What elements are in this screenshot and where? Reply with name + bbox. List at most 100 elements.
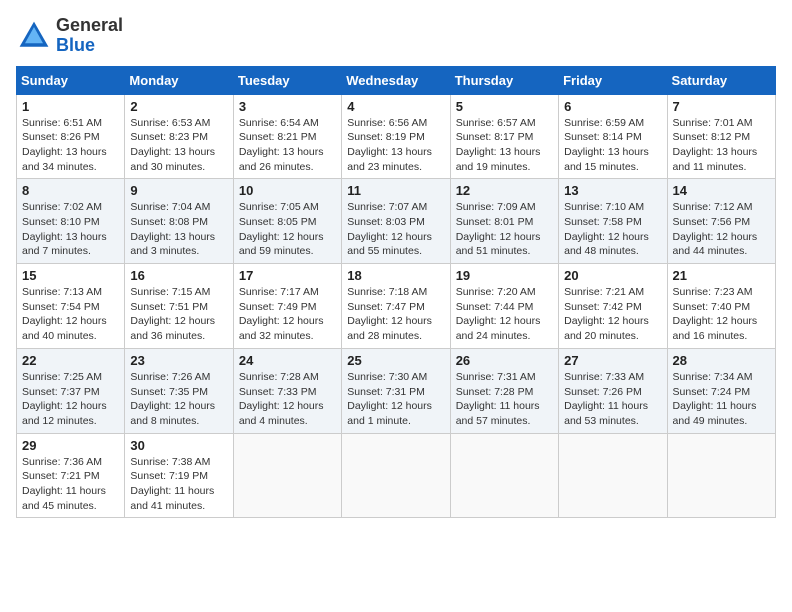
day-info: Sunrise: 7:21 AM Sunset: 7:42 PM Dayligh… <box>564 285 661 344</box>
day-number: 22 <box>22 353 119 368</box>
calendar-day-cell: 4 Sunrise: 6:56 AM Sunset: 8:19 PM Dayli… <box>342 94 450 179</box>
day-number: 21 <box>673 268 770 283</box>
day-info: Sunrise: 7:07 AM Sunset: 8:03 PM Dayligh… <box>347 200 444 259</box>
calendar-week-row: 29 Sunrise: 7:36 AM Sunset: 7:21 PM Dayl… <box>17 433 776 518</box>
day-info: Sunrise: 7:20 AM Sunset: 7:44 PM Dayligh… <box>456 285 553 344</box>
calendar-day-cell: 28 Sunrise: 7:34 AM Sunset: 7:24 PM Dayl… <box>667 348 775 433</box>
calendar-day-cell: 17 Sunrise: 7:17 AM Sunset: 7:49 PM Dayl… <box>233 264 341 349</box>
day-number: 7 <box>673 99 770 114</box>
logo-icon <box>16 18 52 54</box>
calendar-day-cell: 7 Sunrise: 7:01 AM Sunset: 8:12 PM Dayli… <box>667 94 775 179</box>
page-header: General Blue <box>16 16 776 56</box>
day-info: Sunrise: 7:28 AM Sunset: 7:33 PM Dayligh… <box>239 370 336 429</box>
day-number: 19 <box>456 268 553 283</box>
day-info: Sunrise: 7:23 AM Sunset: 7:40 PM Dayligh… <box>673 285 770 344</box>
calendar-day-cell: 3 Sunrise: 6:54 AM Sunset: 8:21 PM Dayli… <box>233 94 341 179</box>
calendar-day-cell: 19 Sunrise: 7:20 AM Sunset: 7:44 PM Dayl… <box>450 264 558 349</box>
day-info: Sunrise: 7:13 AM Sunset: 7:54 PM Dayligh… <box>22 285 119 344</box>
calendar-day-cell: 18 Sunrise: 7:18 AM Sunset: 7:47 PM Dayl… <box>342 264 450 349</box>
day-info: Sunrise: 7:01 AM Sunset: 8:12 PM Dayligh… <box>673 116 770 175</box>
day-number: 24 <box>239 353 336 368</box>
day-number: 29 <box>22 438 119 453</box>
day-number: 1 <box>22 99 119 114</box>
day-number: 17 <box>239 268 336 283</box>
day-number: 13 <box>564 183 661 198</box>
day-number: 28 <box>673 353 770 368</box>
day-info: Sunrise: 7:26 AM Sunset: 7:35 PM Dayligh… <box>130 370 227 429</box>
calendar-day-cell: 11 Sunrise: 7:07 AM Sunset: 8:03 PM Dayl… <box>342 179 450 264</box>
day-info: Sunrise: 7:17 AM Sunset: 7:49 PM Dayligh… <box>239 285 336 344</box>
calendar-day-cell: 22 Sunrise: 7:25 AM Sunset: 7:37 PM Dayl… <box>17 348 125 433</box>
weekday-header: Tuesday <box>233 66 341 94</box>
calendar-table: SundayMondayTuesdayWednesdayThursdayFrid… <box>16 66 776 519</box>
day-number: 8 <box>22 183 119 198</box>
calendar-day-cell: 9 Sunrise: 7:04 AM Sunset: 8:08 PM Dayli… <box>125 179 233 264</box>
calendar-day-cell: 13 Sunrise: 7:10 AM Sunset: 7:58 PM Dayl… <box>559 179 667 264</box>
day-info: Sunrise: 7:30 AM Sunset: 7:31 PM Dayligh… <box>347 370 444 429</box>
calendar-day-cell: 2 Sunrise: 6:53 AM Sunset: 8:23 PM Dayli… <box>125 94 233 179</box>
weekday-header: Thursday <box>450 66 558 94</box>
day-number: 23 <box>130 353 227 368</box>
calendar-day-cell: 8 Sunrise: 7:02 AM Sunset: 8:10 PM Dayli… <box>17 179 125 264</box>
calendar-header-row: SundayMondayTuesdayWednesdayThursdayFrid… <box>17 66 776 94</box>
day-number: 10 <box>239 183 336 198</box>
day-info: Sunrise: 7:34 AM Sunset: 7:24 PM Dayligh… <box>673 370 770 429</box>
day-number: 5 <box>456 99 553 114</box>
day-number: 9 <box>130 183 227 198</box>
day-info: Sunrise: 7:38 AM Sunset: 7:19 PM Dayligh… <box>130 455 227 514</box>
day-number: 26 <box>456 353 553 368</box>
day-number: 12 <box>456 183 553 198</box>
calendar-day-cell: 1 Sunrise: 6:51 AM Sunset: 8:26 PM Dayli… <box>17 94 125 179</box>
calendar-day-cell <box>233 433 341 518</box>
calendar-day-cell: 26 Sunrise: 7:31 AM Sunset: 7:28 PM Dayl… <box>450 348 558 433</box>
calendar-week-row: 15 Sunrise: 7:13 AM Sunset: 7:54 PM Dayl… <box>17 264 776 349</box>
calendar-week-row: 22 Sunrise: 7:25 AM Sunset: 7:37 PM Dayl… <box>17 348 776 433</box>
day-number: 2 <box>130 99 227 114</box>
calendar-day-cell: 23 Sunrise: 7:26 AM Sunset: 7:35 PM Dayl… <box>125 348 233 433</box>
day-number: 11 <box>347 183 444 198</box>
logo-text: General Blue <box>56 16 123 56</box>
calendar-day-cell: 27 Sunrise: 7:33 AM Sunset: 7:26 PM Dayl… <box>559 348 667 433</box>
calendar-day-cell: 10 Sunrise: 7:05 AM Sunset: 8:05 PM Dayl… <box>233 179 341 264</box>
day-info: Sunrise: 7:31 AM Sunset: 7:28 PM Dayligh… <box>456 370 553 429</box>
calendar-day-cell <box>667 433 775 518</box>
calendar-day-cell <box>342 433 450 518</box>
calendar-day-cell: 6 Sunrise: 6:59 AM Sunset: 8:14 PM Dayli… <box>559 94 667 179</box>
day-info: Sunrise: 7:09 AM Sunset: 8:01 PM Dayligh… <box>456 200 553 259</box>
weekday-header: Wednesday <box>342 66 450 94</box>
day-info: Sunrise: 6:53 AM Sunset: 8:23 PM Dayligh… <box>130 116 227 175</box>
day-info: Sunrise: 7:04 AM Sunset: 8:08 PM Dayligh… <box>130 200 227 259</box>
day-info: Sunrise: 6:51 AM Sunset: 8:26 PM Dayligh… <box>22 116 119 175</box>
day-number: 25 <box>347 353 444 368</box>
calendar-day-cell: 12 Sunrise: 7:09 AM Sunset: 8:01 PM Dayl… <box>450 179 558 264</box>
weekday-header: Friday <box>559 66 667 94</box>
day-number: 16 <box>130 268 227 283</box>
day-number: 18 <box>347 268 444 283</box>
day-info: Sunrise: 7:05 AM Sunset: 8:05 PM Dayligh… <box>239 200 336 259</box>
day-number: 3 <box>239 99 336 114</box>
day-info: Sunrise: 6:56 AM Sunset: 8:19 PM Dayligh… <box>347 116 444 175</box>
day-info: Sunrise: 6:57 AM Sunset: 8:17 PM Dayligh… <box>456 116 553 175</box>
calendar-week-row: 8 Sunrise: 7:02 AM Sunset: 8:10 PM Dayli… <box>17 179 776 264</box>
day-number: 27 <box>564 353 661 368</box>
day-info: Sunrise: 7:02 AM Sunset: 8:10 PM Dayligh… <box>22 200 119 259</box>
day-number: 14 <box>673 183 770 198</box>
day-info: Sunrise: 6:59 AM Sunset: 8:14 PM Dayligh… <box>564 116 661 175</box>
weekday-header: Sunday <box>17 66 125 94</box>
calendar-day-cell: 25 Sunrise: 7:30 AM Sunset: 7:31 PM Dayl… <box>342 348 450 433</box>
day-info: Sunrise: 7:12 AM Sunset: 7:56 PM Dayligh… <box>673 200 770 259</box>
day-number: 15 <box>22 268 119 283</box>
calendar-day-cell <box>559 433 667 518</box>
day-number: 20 <box>564 268 661 283</box>
day-info: Sunrise: 7:25 AM Sunset: 7:37 PM Dayligh… <box>22 370 119 429</box>
calendar-week-row: 1 Sunrise: 6:51 AM Sunset: 8:26 PM Dayli… <box>17 94 776 179</box>
logo: General Blue <box>16 16 123 56</box>
calendar-day-cell: 16 Sunrise: 7:15 AM Sunset: 7:51 PM Dayl… <box>125 264 233 349</box>
weekday-header: Monday <box>125 66 233 94</box>
calendar-day-cell <box>450 433 558 518</box>
calendar-day-cell: 24 Sunrise: 7:28 AM Sunset: 7:33 PM Dayl… <box>233 348 341 433</box>
day-info: Sunrise: 7:10 AM Sunset: 7:58 PM Dayligh… <box>564 200 661 259</box>
day-info: Sunrise: 6:54 AM Sunset: 8:21 PM Dayligh… <box>239 116 336 175</box>
calendar-day-cell: 29 Sunrise: 7:36 AM Sunset: 7:21 PM Dayl… <box>17 433 125 518</box>
calendar-day-cell: 5 Sunrise: 6:57 AM Sunset: 8:17 PM Dayli… <box>450 94 558 179</box>
